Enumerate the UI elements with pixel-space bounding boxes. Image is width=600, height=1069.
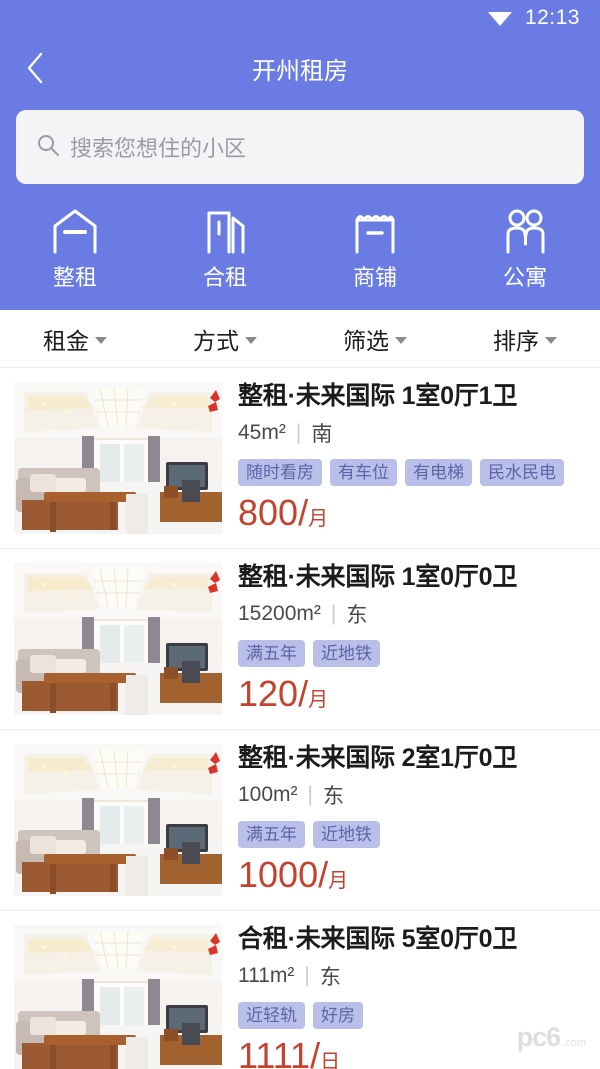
meta-separator: | (304, 963, 310, 987)
listing-price-value: 120/ (238, 673, 309, 714)
status-bar: 12:13 (0, 0, 600, 36)
status-badge: 满五年 (238, 639, 305, 667)
listing-title: 合租·未来国际 5室0厅0卫 (238, 925, 518, 953)
meta-separator: | (307, 782, 313, 806)
list-item[interactable]: 整租·未来国际 1室0厅1卫 45m² | 南 随时看房 有车位 有电梯 民水民… (0, 368, 600, 549)
shop-icon (349, 208, 401, 254)
listing-meta: 15200m² | 东 (238, 599, 586, 629)
chevron-left-icon (25, 52, 45, 84)
listing-meta: 111m² | 东 (238, 961, 586, 991)
category-label: 商铺 (352, 265, 397, 290)
listing-meta: 100m² | 东 (238, 780, 586, 810)
house-icon (49, 208, 101, 254)
search-container: 搜索您想住的小区 (0, 100, 600, 204)
list-item[interactable]: 整租·未来国际 2室1厅0卫 100m² | 东 满五年 近地铁 1000/ 月 (0, 730, 600, 911)
listing-area: 111m² (238, 963, 295, 987)
listing-orientation: 东 (319, 965, 341, 989)
listing-price: 1000/ 月 (238, 856, 586, 894)
listing-price-value: 1000/ (238, 854, 329, 895)
listing-meta: 45m² | 南 (238, 418, 586, 448)
listing-thumbnail[interactable] (14, 563, 222, 715)
status-badge: 满五年 (238, 820, 305, 848)
status-badge: 随时看房 (238, 458, 322, 486)
status-badge: 有电梯 (405, 458, 472, 486)
listing-price-value: 1111/ (238, 1035, 321, 1069)
filter-label: 方式 (193, 327, 239, 354)
category-item-apartment[interactable]: 公寓 (450, 208, 600, 292)
category-label: 整租 (52, 265, 97, 290)
listing-tags: 近轻轨 好房 (238, 1001, 586, 1029)
status-badge: 好房 (313, 1001, 363, 1029)
status-badge: 近地铁 (313, 820, 380, 848)
listing-info: 合租·未来国际 5室0厅0卫 111m² | 东 近轻轨 好房 1111/ 日 (222, 925, 586, 1069)
listing-thumbnail[interactable] (14, 744, 222, 896)
search-placeholder-text: 搜索您想住的小区 (70, 136, 247, 161)
meta-separator: | (295, 420, 302, 444)
category-nav: 整租 合租 商铺 公寓 (0, 204, 600, 310)
filter-screen[interactable]: 筛选 (300, 322, 450, 356)
status-badge: 有车位 (330, 458, 397, 486)
listing-price-unit: 月 (308, 508, 329, 530)
listing-orientation: 南 (311, 422, 333, 446)
status-badge: 近地铁 (313, 639, 380, 667)
listing-info: 整租·未来国际 2室1厅0卫 100m² | 东 满五年 近地铁 1000/ 月 (222, 744, 586, 896)
category-item-shared-rent[interactable]: 合租 (150, 208, 300, 292)
category-item-whole-rent[interactable]: 整租 (0, 208, 150, 292)
page-title: 开州租房 (252, 57, 348, 85)
listing-title: 整租·未来国际 1室0厅0卫 (238, 563, 518, 591)
chevron-down-icon (95, 337, 107, 344)
category-label: 公寓 (502, 265, 547, 290)
search-icon (36, 133, 70, 162)
listing-info: 整租·未来国际 1室0厅0卫 15200m² | 东 满五年 近地铁 120/ … (222, 563, 586, 715)
list-item[interactable]: 合租·未来国际 5室0厅0卫 111m² | 东 近轻轨 好房 1111/ 日 (0, 911, 600, 1069)
listing-tags: 满五年 近地铁 (238, 639, 586, 667)
listing-price-unit: 日 (320, 1051, 341, 1069)
people-icon (499, 208, 551, 254)
listing-price-unit: 月 (308, 689, 329, 711)
listing-price: 1111/ 日 (238, 1037, 586, 1069)
listing-title: 整租·未来国际 2室1厅0卫 (238, 744, 518, 772)
app-header: 12:13 开州租房 搜索您想住的小区 整租 合租 商铺 公寓 (0, 0, 600, 310)
listing-area: 15200m² (238, 601, 321, 625)
listing-info: 整租·未来国际 1室0厅1卫 45m² | 南 随时看房 有车位 有电梯 民水民… (222, 382, 586, 534)
back-button[interactable] (8, 41, 62, 95)
listing-title: 整租·未来国际 1室0厅1卫 (238, 382, 518, 410)
app-screen: 12:13 开州租房 搜索您想住的小区 整租 合租 商铺 公寓 租金 方式 筛选… (0, 0, 600, 1069)
filter-label: 租金 (43, 327, 89, 354)
listing-list: 整租·未来国际 1室0厅1卫 45m² | 南 随时看房 有车位 有电梯 民水民… (0, 368, 600, 1069)
chevron-down-icon (395, 337, 407, 344)
listing-price: 800/ 月 (238, 494, 586, 532)
listing-thumbnail[interactable] (14, 382, 222, 534)
category-item-shop[interactable]: 商铺 (300, 208, 450, 292)
filter-rent[interactable]: 租金 (0, 322, 150, 356)
filter-label: 排序 (493, 327, 539, 354)
filter-bar: 租金 方式 筛选 排序 (0, 310, 600, 368)
status-badge: 民水民电 (480, 458, 564, 486)
filter-sort[interactable]: 排序 (450, 322, 600, 356)
chevron-down-icon (245, 337, 257, 344)
listing-orientation: 东 (323, 784, 344, 808)
listing-tags: 满五年 近地铁 (238, 820, 586, 848)
listing-area: 45m² (238, 420, 286, 444)
listing-thumbnail[interactable] (14, 925, 222, 1069)
status-badge: 近轻轨 (238, 1001, 305, 1029)
list-item[interactable]: 整租·未来国际 1室0厅0卫 15200m² | 东 满五年 近地铁 120/ … (0, 549, 600, 730)
status-bar-clock: 12:13 (524, 6, 580, 29)
listing-price-unit: 月 (328, 870, 349, 892)
navigation-bar: 开州租房 (0, 36, 600, 100)
chevron-down-icon (545, 337, 557, 344)
listing-tags: 随时看房 有车位 有电梯 民水民电 (238, 458, 586, 486)
buildings-icon (199, 208, 251, 254)
category-label: 合租 (202, 265, 247, 290)
listing-price: 120/ 月 (238, 675, 586, 713)
search-input[interactable]: 搜索您想住的小区 (16, 110, 584, 184)
filter-method[interactable]: 方式 (150, 322, 300, 356)
listing-orientation: 东 (346, 603, 368, 627)
listing-area: 100m² (238, 782, 298, 806)
meta-separator: | (330, 601, 337, 625)
listing-price-value: 800/ (238, 492, 309, 533)
filter-label: 筛选 (343, 327, 389, 354)
wifi-icon (487, 9, 513, 27)
